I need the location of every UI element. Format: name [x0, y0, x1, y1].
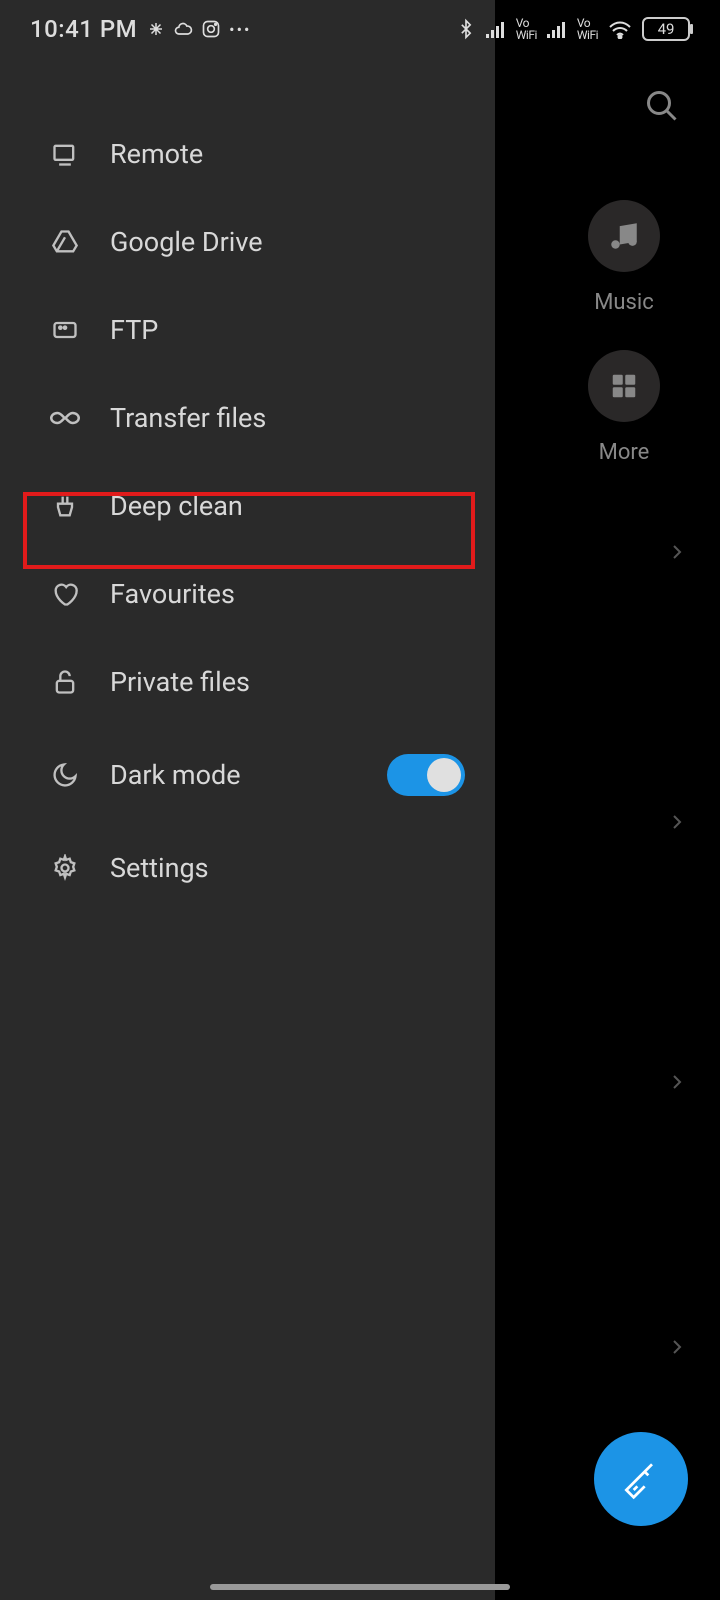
music-icon — [588, 200, 660, 272]
drawer-item-gdrive[interactable]: Google Drive — [0, 198, 495, 286]
chevron-right-icon[interactable] — [669, 1335, 685, 1359]
volte-2-label: VoWiFi — [577, 17, 598, 41]
drawer-item-favourites[interactable]: Favourites — [0, 550, 495, 638]
drawer-item-label: Deep clean — [110, 490, 243, 522]
gdrive-icon — [50, 227, 80, 257]
status-right: VoWiFi VoWiFi 49 — [456, 17, 690, 41]
lock-icon — [50, 667, 80, 697]
search-icon[interactable] — [644, 88, 680, 124]
instagram-icon — [201, 19, 221, 39]
monitor-icon — [50, 139, 80, 169]
drawer-item-transfer[interactable]: Transfer files — [0, 374, 495, 462]
drawer-item-label: Private files — [110, 666, 250, 698]
gear-icon — [50, 853, 80, 883]
category-music[interactable]: Music — [588, 200, 660, 315]
ftp-icon — [50, 315, 80, 345]
drawer-item-label: Google Drive — [110, 226, 263, 258]
category-music-label: Music — [594, 290, 654, 315]
drawer-item-private[interactable]: Private files — [0, 638, 495, 726]
infinity-icon — [50, 403, 80, 433]
drawer-item-label: Remote — [110, 138, 203, 170]
chevron-right-icon[interactable] — [669, 1070, 685, 1094]
drawer-item-label: Favourites — [110, 578, 235, 610]
drawer-item-deepclean[interactable]: Deep clean — [0, 462, 495, 550]
category-more-label: More — [599, 440, 650, 465]
cloud-icon — [173, 19, 193, 39]
wifi-icon — [608, 19, 632, 39]
drawer-item-label: Settings — [110, 852, 209, 884]
category-more[interactable]: More — [588, 350, 660, 465]
darkmode-toggle[interactable] — [387, 754, 465, 796]
drawer-item-label: FTP — [110, 314, 158, 346]
signal-1-icon — [486, 20, 506, 38]
navigation-drawer: Remote Google Drive FTP Transfer files D… — [0, 0, 495, 1600]
chevron-right-icon[interactable] — [669, 810, 685, 834]
status-bar: 10:41 PM ••• VoWiFi VoWiFi — [0, 0, 720, 58]
grid-icon — [588, 350, 660, 422]
moon-icon — [50, 760, 80, 790]
drawer-item-label: Dark mode — [110, 759, 241, 791]
status-left: 10:41 PM ••• — [30, 15, 251, 43]
status-time: 10:41 PM — [30, 15, 137, 43]
heart-icon — [50, 579, 80, 609]
drawer-item-ftp[interactable]: FTP — [0, 286, 495, 374]
drawer-item-settings[interactable]: Settings — [0, 824, 495, 912]
slack-icon — [147, 20, 165, 38]
volte-1-label: VoWiFi — [516, 17, 537, 41]
battery-level: 49 — [658, 20, 675, 38]
home-indicator[interactable] — [210, 1584, 510, 1590]
clean-fab-button[interactable] — [594, 1432, 688, 1526]
status-notification-icons: ••• — [147, 19, 251, 39]
broom-small-icon — [50, 491, 80, 521]
drawer-item-darkmode[interactable]: Dark mode — [0, 726, 495, 824]
drawer-item-label: Transfer files — [110, 402, 266, 434]
broom-icon — [619, 1457, 663, 1501]
bluetooth-icon — [456, 17, 476, 41]
chevron-right-icon[interactable] — [669, 540, 685, 564]
battery-indicator: 49 — [642, 17, 690, 41]
more-notifications-icon: ••• — [229, 20, 251, 39]
drawer-item-remote[interactable]: Remote — [0, 110, 495, 198]
signal-2-icon — [547, 20, 567, 38]
